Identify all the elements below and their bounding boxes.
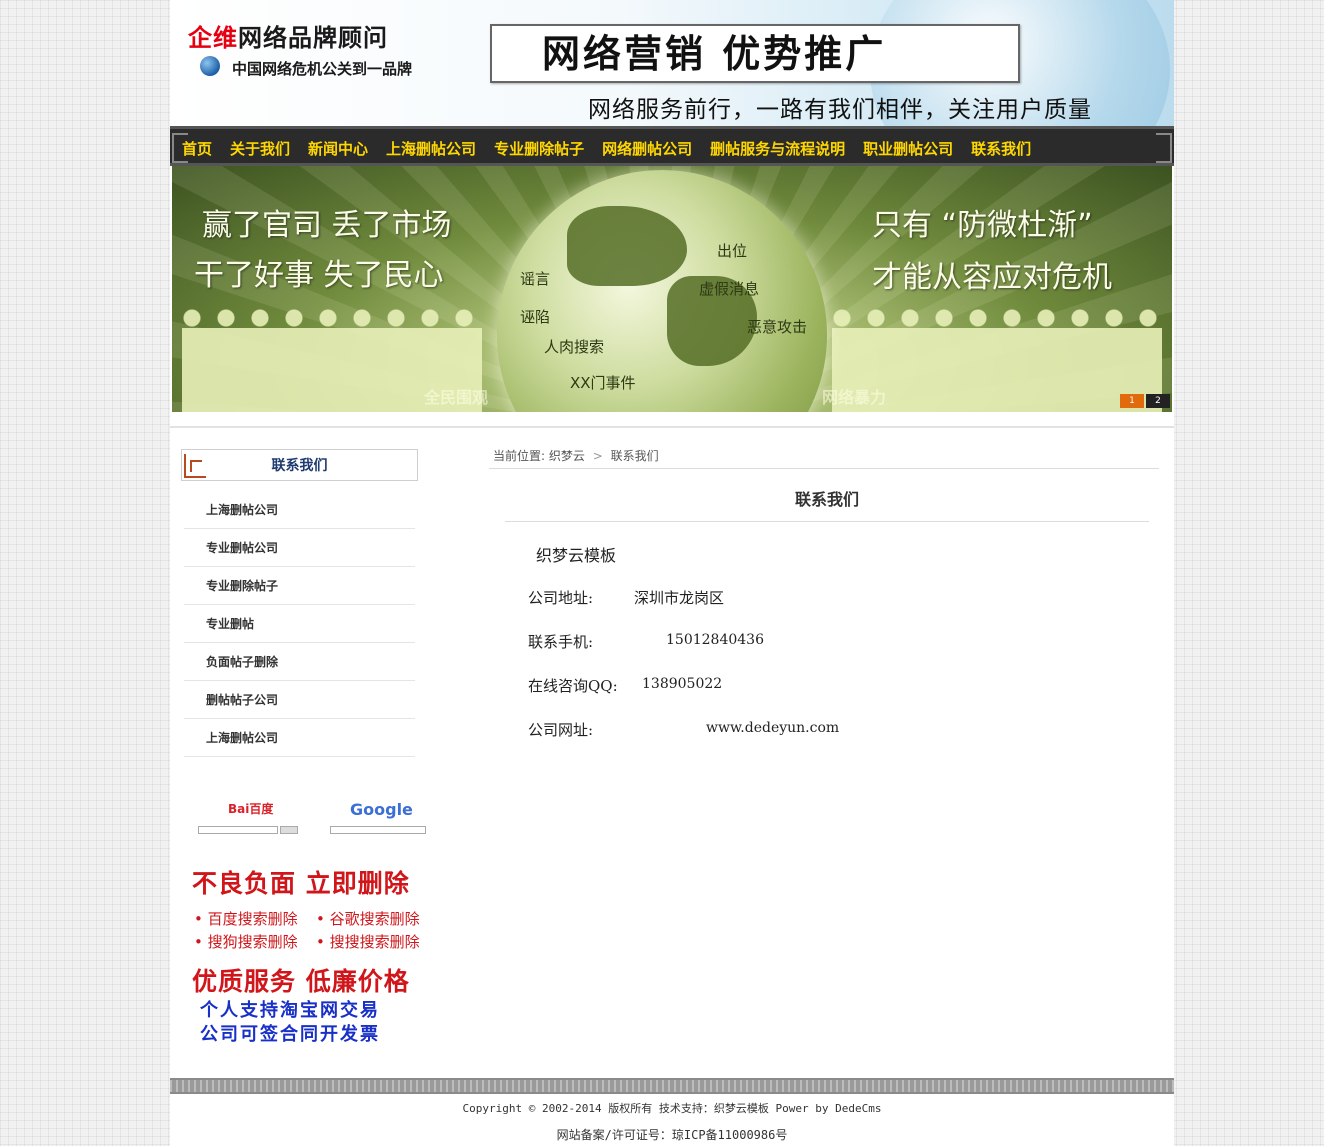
mini-search-box [330, 826, 426, 834]
logo-brand-red: 企维 [188, 24, 238, 52]
sidebar-title: 联系我们 [181, 449, 418, 481]
main-nav: 首页 关于我们 新闻中心 上海删帖公司 专业删除帖子 网络删帖公司 删帖服务与流… [170, 126, 1174, 166]
footer-icp[interactable]: 网站备案/许可证号：琼ICP备11000986号 [170, 1126, 1174, 1143]
banner-text-right-1: 只有 “防微杜渐” [872, 208, 1093, 243]
breadcrumb: 当前位置: 织梦云 > 联系我们 [489, 447, 1159, 469]
qq-value: 138905022 [642, 676, 723, 692]
nav-item-service-process[interactable]: 删帖服务与流程说明 [710, 138, 845, 159]
globe-word: XX门事件 [570, 374, 636, 392]
ad-line-invoice: 公司可签合同开发票 [200, 1024, 380, 1045]
address-value: 深圳市龙岗区 [634, 589, 725, 607]
page-wrapper: 企维网络品牌顾问 中国网络危机公关到一品牌 网络营销 优势推广 网络服务前行，一… [170, 0, 1174, 1146]
phone-value: 15012840436 [666, 632, 764, 648]
globe-word: 谣言 [520, 270, 551, 288]
banner-faint-text: 全民围观 [424, 388, 489, 407]
baidu-screenshot: Bai百度 [192, 790, 307, 860]
globe-word: 出位 [717, 242, 748, 260]
globe-word: 人肉搜索 [544, 338, 605, 356]
footer-border [170, 1078, 1174, 1094]
site-header: 企维网络品牌顾问 中国网络危机公关到一品牌 网络营销 优势推广 网络服务前行，一… [170, 0, 1174, 126]
globe-word: 虚假消息 [699, 280, 760, 298]
ad-bullet: • 百度搜索删除 [194, 910, 298, 928]
nav-item-about[interactable]: 关于我们 [230, 138, 290, 159]
nav-item-contact[interactable]: 联系我们 [971, 138, 1031, 159]
sidebar-item-pro-delete[interactable]: 专业删帖 [184, 605, 415, 643]
banner-page-1[interactable]: 1 [1120, 394, 1144, 408]
google-screenshot: Google [320, 790, 432, 860]
baidu-logo: Bai百度 [228, 802, 274, 816]
ad-bullet: • 搜搜搜索删除 [316, 933, 420, 951]
sidebar-item-delete-posts-company[interactable]: 删帖帖子公司 [184, 681, 415, 719]
breadcrumb-prefix: 当前位置: [493, 449, 546, 463]
phone-label: 联系手机: [528, 633, 594, 651]
breadcrumb-home-link[interactable]: 织梦云 [549, 449, 585, 463]
banner-text-left-1: 赢了官司 丢了市场 [202, 208, 452, 243]
banner-faint-text: 网络暴力 [822, 388, 887, 407]
nav-item-pro-delete-posts[interactable]: 专业删除帖子 [494, 138, 584, 159]
sidebar-item-pro-delete-company[interactable]: 专业删帖公司 [184, 529, 415, 567]
nav-item-network-delete[interactable]: 网络删帖公司 [602, 138, 692, 159]
sidebar-item-shanghai-delete[interactable]: 上海删帖公司 [184, 491, 415, 529]
sidebar-ad-image[interactable]: Bai百度 Google 不良负面 立即删除 • 百度搜索删除 • 谷歌搜索删除… [192, 790, 432, 1050]
ad-line-taobao: 个人支持淘宝网交易 [200, 1000, 380, 1021]
google-logo: Google [350, 800, 413, 819]
globe-word: 诬陷 [520, 308, 551, 326]
nav-item-career-delete[interactable]: 职业删帖公司 [863, 138, 953, 159]
website-label: 公司网址: [528, 721, 594, 739]
ad-bullet: • 搜狗搜索删除 [194, 933, 298, 951]
company-name: 织梦云模板 [536, 546, 617, 565]
sidebar-item-shanghai-delete-2[interactable]: 上海删帖公司 [184, 719, 415, 757]
sidebar-item-pro-delete-posts[interactable]: 专业删除帖子 [184, 567, 415, 605]
logo[interactable]: 企维网络品牌顾问 [188, 18, 388, 53]
globe-word: 恶意攻击 [747, 318, 808, 336]
nav-item-home[interactable]: 首页 [182, 138, 212, 159]
address-label: 公司地址: [528, 589, 594, 607]
sidebar-title-text: 联系我们 [271, 458, 328, 474]
sidebar-list: 上海删帖公司 专业删帖公司 专业删除帖子 专业删帖 负面帖子删除 删帖帖子公司 … [184, 491, 415, 757]
footer-copyright: Copyright © 2002-2014 版权所有 技术支持：织梦云模板 Po… [462, 1102, 882, 1115]
nav-item-shanghai-delete[interactable]: 上海删帖公司 [386, 138, 476, 159]
banner-slideshow[interactable]: 赢了官司 丢了市场 干了好事 失了民心 只有 “防微杜渐” 才能从容应对危机 谣… [172, 166, 1172, 412]
logo-brand-text: 网络品牌顾问 [238, 24, 388, 52]
banner-text-left-2: 干了好事 失了民心 [194, 258, 444, 293]
banner-text-right-2: 才能从容应对危机 [872, 260, 1112, 295]
divider [170, 426, 1174, 428]
ad-headline-2: 优质服务 低廉价格 [192, 967, 410, 996]
page-title: 联系我们 [505, 486, 1149, 522]
ad-bullet: • 谷歌搜索删除 [316, 910, 420, 928]
corner-ornament-icon [184, 454, 206, 478]
logo-subtitle: 中国网络危机公关到一品牌 [232, 60, 413, 78]
banner-page-2[interactable]: 2 [1146, 394, 1170, 408]
qq-label: 在线咨询QQ: [528, 677, 618, 695]
banner-pager: 1 2 [1120, 394, 1170, 408]
nav-item-news[interactable]: 新闻中心 [308, 138, 368, 159]
mini-search-button [280, 826, 298, 834]
website-value[interactable]: www.dedeyun.com [706, 720, 839, 736]
ad-headline-1: 不良负面 立即删除 [192, 869, 410, 898]
sidebar-item-negative-posts[interactable]: 负面帖子删除 [184, 643, 415, 681]
breadcrumb-current[interactable]: 联系我们 [611, 449, 659, 463]
header-tagline: 网络服务前行，一路有我们相伴，关注用户质量 [588, 97, 1092, 123]
mini-search-box [198, 826, 278, 834]
breadcrumb-separator-icon: > [592, 449, 603, 463]
globe-icon [200, 56, 220, 76]
header-slogan: 网络营销 优势推广 [490, 24, 1020, 83]
